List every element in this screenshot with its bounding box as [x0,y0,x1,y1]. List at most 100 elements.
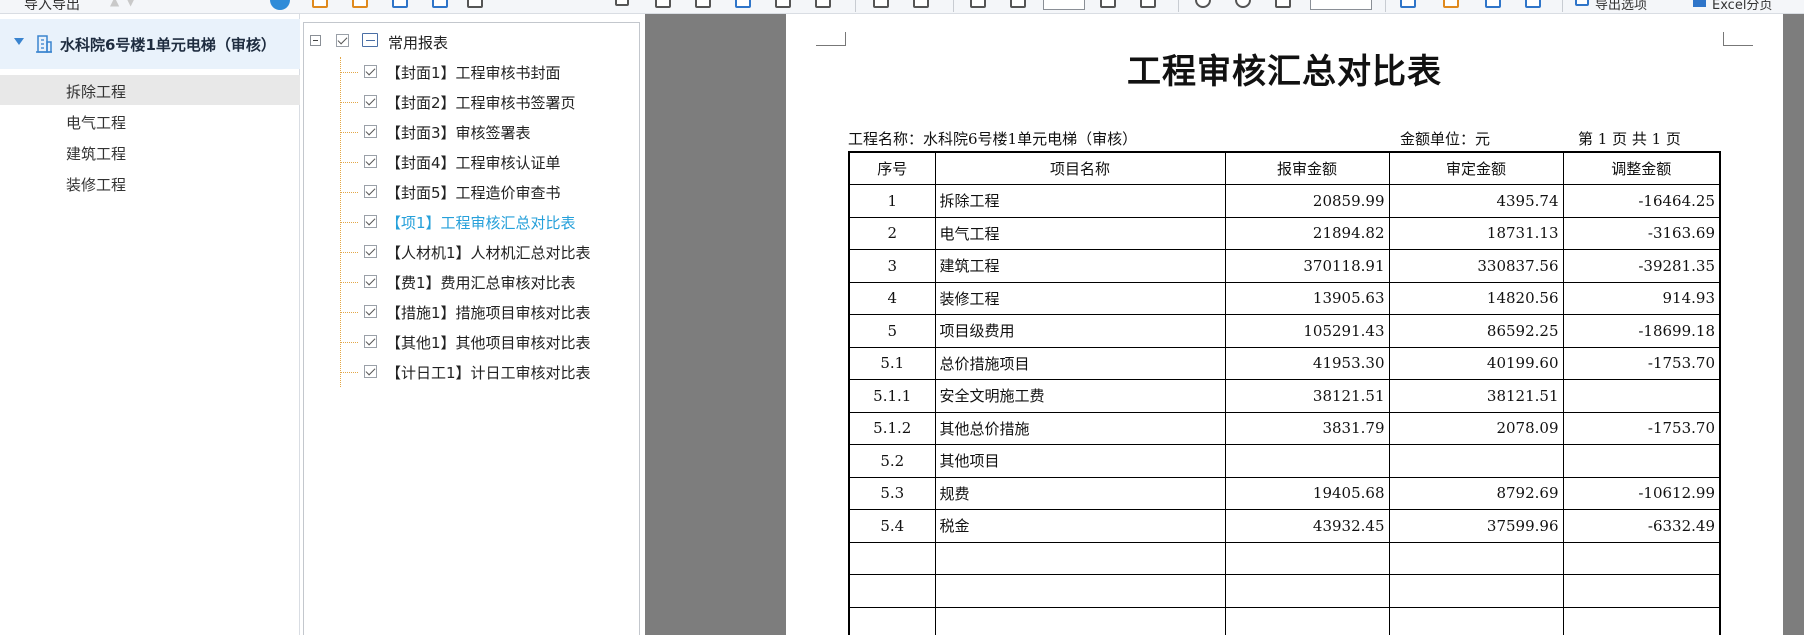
cell-submitted: 3831.79 [1224,411,1390,445]
move-up-icon[interactable]: ▲ [110,0,119,8]
toolbar: 导入导出 ▲ ▼ 导出选项 Excel分页 [0,0,1804,14]
cell-no: 5.2 [848,444,936,478]
report-item-cover4[interactable]: 【封面4】工程审核认证单 [340,147,630,177]
first-page-icon[interactable] [970,0,986,8]
tree-connector [340,372,358,373]
report-item-other[interactable]: 【其他1】其他项目审核对比表 [340,327,630,357]
move-down-icon[interactable]: ▼ [126,0,135,8]
excel-paging-checkbox[interactable] [1693,0,1706,7]
page-number-input[interactable] [1043,0,1085,10]
zoom-select[interactable] [1310,0,1372,10]
export-batch-icon[interactable] [1485,0,1501,8]
report-edit-icon[interactable] [352,0,368,8]
cell-name: 总价措施项目 [934,346,1226,380]
cell-approved: 8792.69 [1388,476,1564,510]
export-options-label[interactable]: 导出选项 [1595,0,1647,13]
cell-adjusted [1562,379,1721,413]
report-item-measures[interactable]: 【措施1】措施项目审核对比表 [340,297,630,327]
fit-page-icon[interactable] [1275,0,1291,8]
report-checkbox[interactable] [364,95,377,108]
report-item-label: 【其他1】其他项目审核对比表 [386,334,591,352]
cell-name: 规费 [934,476,1226,510]
report-checkbox[interactable] [364,305,377,318]
next-page-icon[interactable] [1100,0,1116,8]
project-item-demolition[interactable]: 拆除工程 [0,75,300,105]
report-checkbox[interactable] [364,365,377,378]
multi-page-icon[interactable] [913,0,929,8]
print-preview-icon[interactable] [695,0,711,8]
report-refresh-icon[interactable] [432,0,448,8]
cell-adjusted: -1753.70 [1562,346,1721,380]
report-preview[interactable]: 工程审核汇总对比表 工程名称：水科院6号楼1单元电梯（审核） 金额单位：元 第 … [645,14,1804,635]
report-checkbox[interactable] [364,335,377,348]
table-body: 1 拆除工程 20859.99 4395.74 -16464.25 2 电气工程 21894.… [848,184,1721,635]
col-header-adjusted: 调整金额 [1562,151,1721,185]
prev-page-icon[interactable] [1010,0,1026,8]
report-checkbox[interactable] [364,65,377,78]
project-root-item[interactable]: 水科院6号楼1单元电梯（审核） [0,19,300,69]
print-icon[interactable] [655,0,671,8]
cell-approved [1388,444,1564,478]
cell-name: 其他项目 [934,444,1226,478]
building-icon [36,35,52,53]
project-item-building[interactable]: 建筑工程 [0,137,300,167]
report-checkbox[interactable] [364,245,377,258]
export-image-icon[interactable] [775,0,791,8]
report-item-materials[interactable]: 【人材机1】人材机汇总对比表 [340,237,630,267]
project-item-label: 拆除工程 [66,83,127,101]
export-options-icon[interactable] [1575,0,1589,6]
report-item-daywork[interactable]: 【计日工1】计日工审核对比表 [340,357,630,387]
zoom-out-icon[interactable] [1235,0,1251,8]
report-item-cover2[interactable]: 【封面2】工程审核书签署页 [340,87,630,117]
report-more-icon[interactable] [467,0,483,8]
toolbar-separator [1562,0,1563,12]
cell-name [934,606,1226,635]
col-header-no: 序号 [848,151,936,185]
collapse-panel-icon[interactable] [615,0,629,6]
project-item-electrical[interactable]: 电气工程 [0,106,300,136]
cell-adjusted [1562,444,1721,478]
cell-adjusted [1562,574,1721,608]
report-checkbox[interactable] [364,185,377,198]
table-row: 5.1 总价措施项目 41953.30 40199.60 -1753.70 [848,346,1721,380]
table-row [848,541,1721,575]
add-round-button[interactable] [270,0,290,10]
tree-connector [340,342,358,343]
report-save-icon[interactable] [392,0,408,8]
cell-no [848,574,936,608]
report-item-fees[interactable]: 【费1】费用汇总审核对比表 [340,267,630,297]
cell-no: 5.3 [848,476,936,510]
page-setup-icon[interactable] [815,0,831,8]
export-word-icon[interactable] [1400,0,1416,8]
report-item-label: 【封面5】工程造价审查书 [386,184,561,202]
report-checkbox[interactable] [364,275,377,288]
report-checkbox[interactable] [364,155,377,168]
group-checkbox[interactable] [336,34,349,47]
expand-caret-icon[interactable] [14,38,24,45]
zoom-in-icon[interactable] [1195,0,1211,8]
last-page-icon[interactable] [1140,0,1156,8]
report-item-cover1[interactable]: 【封面1】工程审核书封面 [340,57,630,87]
report-item-cover5[interactable]: 【封面5】工程造价审查书 [340,177,630,207]
report-unit: 金额单位：元 [1400,130,1491,148]
table-row: 5 项目级费用 105291.43 86592.25 -18699.18 [848,314,1721,348]
toolbar-separator [1178,0,1179,12]
report-item-summary[interactable]: 【项1】工程审核汇总对比表 [340,207,630,237]
cell-approved: 18731.13 [1388,216,1564,250]
export-excel-icon[interactable] [1443,0,1459,8]
excel-paging-label[interactable]: Excel分页 [1712,0,1772,13]
export-settings-icon[interactable] [1525,0,1541,8]
app-window: 导入导出 ▲ ▼ 导出选项 Excel分页 水科院6号楼1单元电梯（审核） 拆除… [0,0,1804,635]
cell-adjusted: -18699.18 [1562,314,1721,348]
report-checkbox[interactable] [364,125,377,138]
report-checkbox[interactable] [364,215,377,228]
export-pdf-icon[interactable] [735,0,751,8]
single-page-icon[interactable] [873,0,889,8]
cell-submitted: 43932.45 [1224,509,1390,543]
cell-approved: 40199.60 [1388,346,1564,380]
project-item-decoration[interactable]: 装修工程 [0,168,300,198]
collapse-toggle-icon[interactable] [310,35,321,46]
report-add-icon[interactable] [312,0,328,8]
report-group-label[interactable]: 常用报表 [388,32,448,53]
report-item-cover3[interactable]: 【封面3】审核签署表 [340,117,630,147]
